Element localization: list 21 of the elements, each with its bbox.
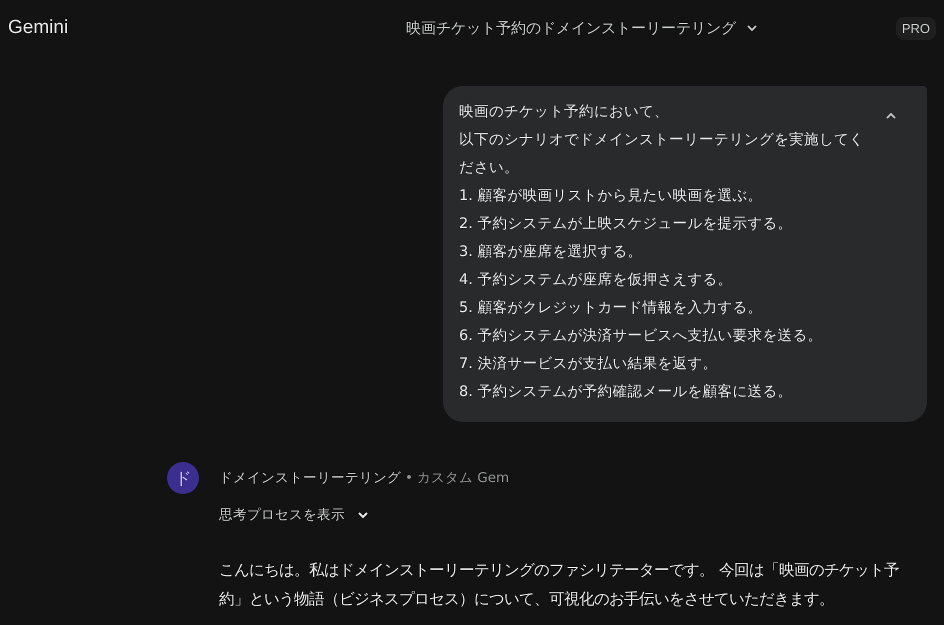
message-line: 3. 顧客が座席を選択する。 [459, 242, 644, 262]
gem-name: ドメインストーリーテリング [219, 469, 401, 487]
pro-badge[interactable]: PRO [896, 16, 936, 40]
message-line: 1. 顧客が映画リストから見たい映画を選ぶ。 [459, 186, 764, 206]
message-line: 2. 予約システムが上映スケジュールを提示する。 [459, 215, 794, 234]
chevron-down-icon [746, 24, 758, 32]
message-line: 映画のチケット予約において、 [459, 103, 670, 122]
gem-avatar: ド [167, 462, 199, 494]
gem-type: カスタム Gem [416, 469, 510, 487]
message-line: 7. 決済サービスが支払い結果を返す。 [459, 354, 718, 374]
collapse-icon[interactable] [885, 112, 897, 120]
message-line: 以下のシナリオでドメインストーリーテリングを実施してください。 [459, 130, 864, 178]
message-line: 5. 顧客がクレジットカード情報を入力する。 [459, 298, 764, 318]
message-line: 8. 予約システムが予約確認メールを顧客に送る。 [459, 382, 794, 402]
separator: • [405, 470, 413, 486]
app-name[interactable]: Gemini [8, 17, 68, 39]
message-line: 4. 予約システムが座席を仮押さえする。 [459, 270, 734, 290]
show-thinking-button[interactable]: 思考プロセスを表示 [219, 506, 369, 524]
message-line: 6. 予約システムが決済サービスへ支払い要求を送る。 [459, 326, 824, 346]
response-text: こんにちは。私はドメインストーリーテリングのファシリテーターです。 今回は「映画のチケット予約」という物語（ビジネスプロセス）について、可視化のお手伝いをさせていただきます。 [219, 560, 900, 610]
conversation-title[interactable]: 映画チケット予約のドメインストーリーテリング [406, 18, 758, 38]
